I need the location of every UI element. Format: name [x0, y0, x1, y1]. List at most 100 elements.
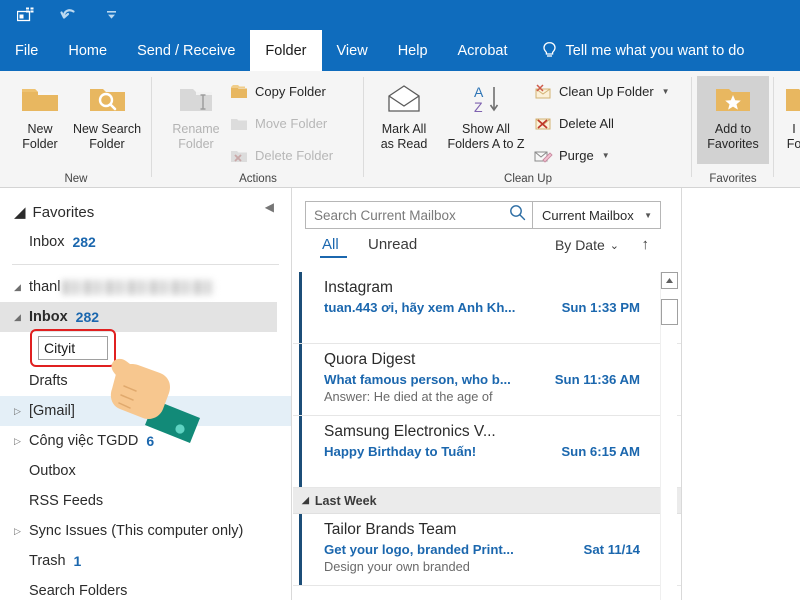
message-list-scrollbar[interactable]	[660, 272, 677, 600]
sidebar-item-trash[interactable]: Trash 1	[0, 546, 291, 576]
sidebar-item-cong-viec-tgdd-count: 6	[146, 433, 154, 449]
unread-indicator	[299, 514, 302, 585]
delete-all-envelope-icon	[534, 115, 553, 132]
tab-acrobat[interactable]: Acrobat	[443, 30, 523, 71]
sidebar-item-inbox[interactable]: ◢ Inbox 282	[0, 302, 277, 332]
favorites-header-label: Favorites	[33, 204, 95, 221]
rename-folder-button[interactable]: Rename Folder	[160, 76, 232, 152]
quick-access-toolbar	[14, 0, 124, 30]
message-list-item[interactable]: Samsung Electronics V... Happy Birthday …	[293, 416, 682, 488]
favorites-header[interactable]: ◢ Favorites	[0, 197, 291, 227]
svg-text:A: A	[474, 84, 484, 100]
sidebar-item-outbox[interactable]: Outbox	[0, 456, 291, 486]
sort-by-date-dropdown[interactable]: By Date ⌄	[555, 237, 619, 253]
scrollbar-thumb[interactable]	[661, 299, 678, 325]
sidebar-item-gmail[interactable]: ▷ [Gmail]	[0, 396, 292, 426]
chevron-down-icon[interactable]: ◢	[14, 203, 26, 221]
filter-row: All Unread By Date ⌄ ↑	[305, 236, 665, 266]
chevron-down-icon[interactable]: ◢	[14, 312, 27, 323]
sidebar-item-cong-viec-tgdd-label: Công việc TGDD	[29, 433, 138, 449]
chevron-down-icon[interactable]: ▼	[644, 211, 652, 220]
search-input-wrapper[interactable]	[305, 201, 533, 229]
sidebar-item-search-folders[interactable]: Search Folders	[0, 576, 291, 600]
tab-home[interactable]: Home	[53, 30, 122, 71]
chevron-down-icon[interactable]: ▼	[662, 87, 670, 96]
sidebar-item-sync-issues-label: Sync Issues (This computer only)	[29, 523, 243, 539]
new-search-folder-button[interactable]: New Search Folder	[64, 76, 150, 152]
delete-folder-button[interactable]: Delete Folder	[230, 147, 333, 164]
chevron-right-icon[interactable]: ▷	[14, 526, 27, 537]
sidebar-item-drafts-label: Drafts	[29, 373, 68, 389]
chevron-right-icon[interactable]: ▷	[14, 436, 27, 447]
move-folder-button[interactable]: Move Folder	[230, 115, 327, 132]
cutoff-folder-button[interactable]: I Fo	[774, 76, 800, 152]
add-to-favorites-button[interactable]: Add to Favorites	[697, 76, 769, 164]
unread-indicator	[299, 416, 302, 487]
message-sender: Samsung Electronics V...	[324, 416, 682, 441]
message-list-item[interactable]: Quora Digest What famous person, who b..…	[293, 344, 682, 416]
new-search-folder-icon	[64, 76, 150, 122]
chevron-down-icon[interactable]: ◢	[14, 282, 27, 293]
message-list-pane: Current Mailbox ▼ All Unread By Date ⌄ ↑…	[293, 188, 682, 600]
sidebar-item-gmail-label: [Gmail]	[29, 403, 75, 419]
sidebar-item-cong-viec-tgdd[interactable]: ▷ Công việc TGDD 6	[0, 426, 291, 456]
message-subject: tuan.443 ơi, hãy xem Anh Kh...	[324, 300, 515, 315]
message-sender: Tailor Brands Team	[324, 514, 682, 539]
tab-help[interactable]: Help	[383, 30, 443, 71]
search-icon[interactable]	[509, 204, 526, 226]
ribbon-group-label-new: New	[0, 173, 152, 185]
tab-file[interactable]: File	[0, 30, 53, 71]
sidebar-item-rss-feeds[interactable]: RSS Feeds	[0, 486, 291, 516]
tab-send-receive[interactable]: Send / Receive	[122, 30, 250, 71]
new-search-folder-label-line1: New Search	[64, 122, 150, 137]
tab-folder[interactable]: Folder	[250, 30, 321, 71]
add-to-favorites-label-line1: Add to	[697, 122, 769, 137]
mark-all-as-read-button[interactable]: Mark All as Read	[368, 76, 440, 152]
message-group-header[interactable]: ◢ Last Week	[293, 488, 682, 514]
message-list-item[interactable]: Tailor Brands Team Get your logo, brande…	[293, 514, 682, 586]
chevron-down-icon[interactable]: ▼	[602, 151, 610, 160]
favorites-item-inbox[interactable]: Inbox 282	[0, 227, 291, 257]
customize-quick-access-toolbar-icon[interactable]	[98, 3, 124, 27]
message-preview	[324, 459, 682, 461]
delete-all-button[interactable]: Delete All	[534, 115, 614, 132]
tab-view[interactable]: View	[322, 30, 383, 71]
filter-unread-tab[interactable]: Unread	[368, 236, 417, 253]
message-list-item[interactable]: Instagram tuan.443 ơi, hãy xem Anh Kh...…	[293, 272, 682, 344]
filter-all-tab[interactable]: All	[322, 236, 339, 253]
unread-indicator	[299, 344, 302, 415]
search-scope-dropdown[interactable]: Current Mailbox ▼	[533, 201, 661, 229]
search-scope-label: Current Mailbox	[542, 208, 634, 223]
tell-me-search[interactable]: Tell me what you want to do	[523, 30, 745, 71]
sidebar-item-trash-label: Trash	[29, 553, 66, 569]
chevron-down-icon[interactable]: ◢	[302, 495, 309, 506]
folder-rename-input[interactable]	[38, 336, 108, 360]
account-root-row[interactable]: ◢ thanl	[0, 272, 291, 302]
delete-folder-label: Delete Folder	[255, 148, 333, 163]
scroll-up-button[interactable]	[661, 272, 678, 289]
undo-icon[interactable]	[56, 3, 82, 27]
open-envelope-icon	[368, 76, 440, 122]
sidebar-item-sync-issues[interactable]: ▷ Sync Issues (This computer only)	[0, 516, 291, 546]
copy-folder-button[interactable]: Copy Folder	[230, 83, 326, 100]
chevron-down-icon[interactable]: ⌄	[610, 239, 619, 252]
new-search-folder-label-line2: Folder	[64, 137, 150, 152]
message-preview	[324, 315, 682, 317]
purge-envelope-icon	[534, 147, 553, 164]
chevron-right-icon[interactable]: ▷	[14, 406, 27, 417]
clean-up-folder-button[interactable]: Clean Up Folder ▼	[534, 83, 670, 100]
send-receive-all-icon[interactable]	[14, 3, 40, 27]
message-sender: Quora Digest	[324, 344, 682, 369]
rename-folder-icon	[160, 76, 232, 122]
search-input[interactable]	[314, 208, 509, 223]
clean-up-envelope-icon	[534, 83, 553, 100]
message-subject: Happy Birthday to Tuấn!	[324, 444, 476, 459]
sidebar-item-search-folders-label: Search Folders	[29, 583, 127, 599]
ribbon-group-favorites: Add to Favorites Favorites	[692, 71, 774, 188]
show-all-folders-label-line1: Show All	[438, 122, 534, 137]
show-all-folders-a-to-z-button[interactable]: A Z Show All Folders A to Z	[438, 76, 534, 152]
sidebar-item-drafts[interactable]: Drafts	[0, 366, 291, 396]
sort-direction-icon[interactable]: ↑	[642, 236, 650, 253]
ribbon-group-cleanup: Mark All as Read A Z Show All Folders A …	[364, 71, 692, 188]
purge-button[interactable]: Purge ▼	[534, 147, 610, 164]
